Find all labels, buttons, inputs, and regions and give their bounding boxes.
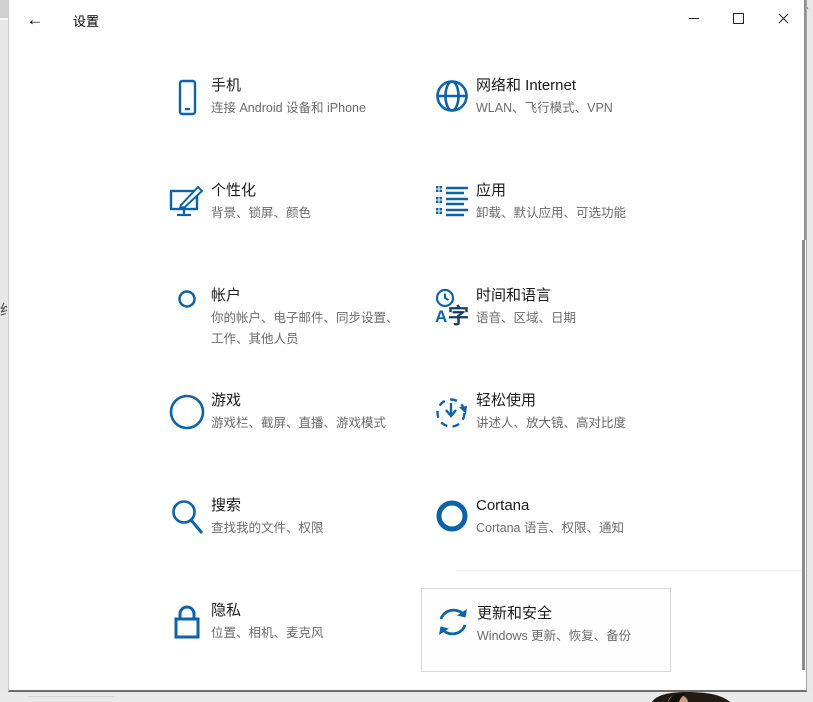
- tile-title: 搜索: [211, 496, 406, 516]
- tile-title: 帐户: [211, 286, 406, 306]
- tile-subtitle: 讲述人、放大镜、高对比度: [476, 413, 671, 434]
- background-text-fragment: 络: [0, 302, 7, 320]
- background-window-left-top: [0, 0, 8, 20]
- cortana-icon: [427, 498, 476, 534]
- window-title: 设置: [73, 11, 99, 30]
- tile-title: Cortana: [476, 496, 671, 516]
- tile-subtitle: Cortana 语言、权限、通知: [476, 518, 671, 539]
- tile-phone[interactable]: 手机 连接 Android 设备和 iPhone: [156, 62, 406, 167]
- background-photo-fragment: [648, 692, 736, 702]
- window-edge-line: [804, 0, 806, 240]
- tile-title: 网络和 Internet: [476, 76, 671, 96]
- tile-personalization[interactable]: 个性化 背景、锁屏、颜色: [156, 167, 406, 272]
- caption-buttons: [671, 0, 806, 36]
- maximize-icon: [733, 13, 744, 24]
- phone-icon: [162, 78, 211, 118]
- tile-ease-of-access[interactable]: 轻松使用 讲述人、放大镜、高对比度: [421, 377, 671, 482]
- minimize-button[interactable]: [671, 0, 716, 36]
- sync-icon: [428, 606, 477, 638]
- tile-title: 个性化: [211, 181, 406, 201]
- tile-update-security[interactable]: 更新和安全 Windows 更新、恢复、备份: [421, 588, 671, 672]
- close-icon: [778, 13, 789, 24]
- svg-text:字: 字: [448, 304, 469, 326]
- xbox-icon: [162, 393, 211, 431]
- tile-time-language[interactable]: A字 时间和语言 语音、区域、日期: [421, 272, 671, 377]
- tile-subtitle: 查找我的文件、权限: [211, 518, 406, 539]
- tile-subtitle: 卸载、默认应用、可选功能: [476, 203, 671, 224]
- tile-title: 时间和语言: [476, 286, 671, 306]
- tile-network-internet[interactable]: 网络和 Internet WLAN、飞行模式、VPN: [421, 62, 671, 167]
- tile-subtitle: 背景、锁屏、颜色: [211, 203, 406, 224]
- ease-of-access-icon: [427, 393, 476, 431]
- personalization-icon: [162, 183, 211, 219]
- tile-title: 隐私: [211, 601, 406, 621]
- settings-window: ← 设置 手机 连接 Android 设备和 iPhone 网络和 Intern…: [8, 0, 807, 692]
- tile-subtitle: 你的帐户、电子邮件、同步设置、工作、其他人员: [211, 308, 406, 350]
- time-language-icon: A字: [427, 288, 476, 326]
- background-divider-line: [28, 696, 114, 697]
- back-button[interactable]: ←: [15, 4, 55, 36]
- privacy-icon: [162, 603, 211, 641]
- tile-title: 更新和安全: [477, 604, 670, 624]
- background-window-left-edge: [0, 0, 8, 702]
- tile-title: 手机: [211, 76, 406, 96]
- maximize-button[interactable]: [716, 0, 761, 36]
- tile-cortana[interactable]: Cortana Cortana 语言、权限、通知: [421, 482, 671, 587]
- tile-accounts[interactable]: 帐户 你的帐户、电子邮件、同步设置、工作、其他人员: [156, 272, 406, 377]
- tile-subtitle: 连接 Android 设备和 iPhone: [211, 98, 406, 119]
- svg-text:A: A: [435, 307, 447, 326]
- apps-icon: [427, 183, 476, 217]
- tile-apps[interactable]: 应用 卸载、默认应用、可选功能: [421, 167, 671, 272]
- close-button[interactable]: [761, 0, 806, 36]
- tile-privacy[interactable]: 隐私 位置、相机、麦克风: [156, 587, 406, 692]
- tile-title: 应用: [476, 181, 671, 201]
- back-arrow-icon: ←: [27, 10, 44, 30]
- tile-subtitle: 位置、相机、麦克风: [211, 623, 406, 644]
- tile-subtitle: WLAN、飞行模式、VPN: [476, 98, 671, 119]
- tile-title: 游戏: [211, 391, 406, 411]
- tile-gaming[interactable]: 游戏 游戏栏、截屏、直播、游戏模式: [156, 377, 406, 482]
- tile-subtitle: 游戏栏、截屏、直播、游戏模式: [211, 413, 406, 434]
- globe-icon: [427, 78, 476, 114]
- minimize-icon: [689, 18, 699, 19]
- tile-search[interactable]: 搜索 查找我的文件、权限: [156, 482, 406, 587]
- tile-subtitle: Windows 更新、恢复、备份: [477, 626, 670, 647]
- tile-title: 轻松使用: [476, 391, 671, 411]
- scrollbar-thumb[interactable]: [802, 240, 805, 670]
- accounts-icon: [162, 288, 211, 326]
- tile-subtitle: 语音、区域、日期: [476, 308, 671, 329]
- titlebar[interactable]: ← 设置: [9, 0, 806, 40]
- background-window-right-edge: [806, 0, 813, 702]
- search-icon: [162, 498, 211, 536]
- settings-tiles-grid: 手机 连接 Android 设备和 iPhone 网络和 Internet WL…: [156, 62, 671, 692]
